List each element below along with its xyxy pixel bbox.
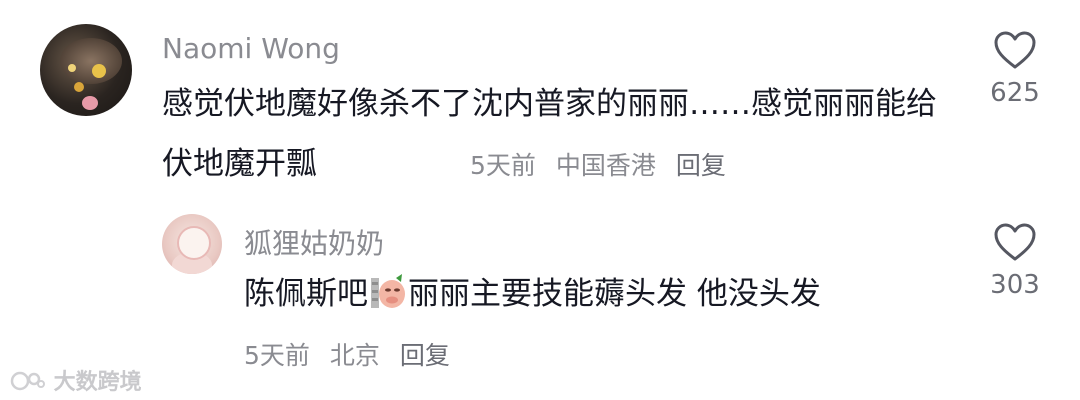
comment-time: 5天前	[244, 341, 310, 370]
watermark-logo-icon	[10, 369, 46, 393]
heart-outline-icon	[994, 31, 1036, 69]
comment-text: 陈佩斯吧 丽丽主要技能薅头发 他没头发	[244, 264, 964, 324]
watermark: 大数跨境	[10, 364, 142, 396]
comment-location: 北京	[329, 341, 380, 370]
comment-text-part: 丽丽主要技能薅头发 他没头发	[408, 276, 821, 312]
like-button[interactable]: 625	[975, 30, 1055, 108]
like-button[interactable]: 303	[975, 222, 1055, 300]
comment-meta: 5天前 北京 回复	[244, 336, 462, 372]
comment-username[interactable]: Naomi Wong	[162, 32, 340, 65]
like-count: 625	[990, 78, 1040, 108]
comment-username[interactable]: 狐狸姑奶奶	[244, 222, 384, 262]
comment-meta: 5天前 中国香港 回复	[470, 146, 738, 182]
heart-outline-icon	[994, 223, 1036, 261]
avatar[interactable]	[162, 214, 222, 274]
like-count: 303	[990, 270, 1040, 300]
avatar[interactable]	[40, 24, 132, 116]
watermark-text: 大数跨境	[53, 370, 142, 395]
comment-location: 中国香港	[555, 151, 656, 180]
pig-emoji-sticker	[370, 270, 406, 308]
reply-button[interactable]: 回复	[676, 151, 726, 180]
comment-text-part: 陈佩斯吧	[244, 276, 368, 312]
comment-time: 5天前	[470, 151, 536, 180]
reply-button[interactable]: 回复	[400, 341, 450, 370]
